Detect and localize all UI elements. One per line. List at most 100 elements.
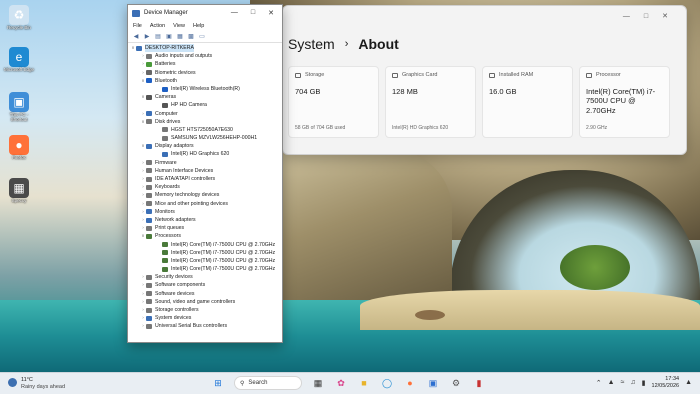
spec-card-label: Graphics Card	[402, 72, 438, 78]
task-view-icon[interactable]: ▦	[311, 376, 325, 390]
tree-device[interactable]: Intel(R) Core(TM) i7-7500U CPU @ 2.70GHz	[128, 265, 282, 273]
tree-category[interactable]: › Firmware	[128, 159, 282, 167]
device-manager-taskbar-icon[interactable]: ▮	[472, 376, 486, 390]
tree-category[interactable]: › Sound, video and game controllers	[128, 298, 282, 306]
device-category-icon	[146, 217, 152, 223]
tree-device[interactable]: Intel(R) Core(TM) i7-7500U CPU @ 2.70GHz	[128, 249, 282, 257]
tree-device[interactable]: HP HD Camera	[128, 101, 282, 109]
spec-card-storage: Storage 704 GB 58 GB of 704 GB used	[288, 66, 379, 138]
tree-category[interactable]: › Universal Serial Bus controllers	[128, 322, 282, 330]
tree-device[interactable]: SAMSUNG MZVLW256HEHP-000H1	[128, 134, 282, 142]
edge-icon[interactable]: ◯	[380, 376, 394, 390]
search-input[interactable]: ⚲ Search	[234, 376, 302, 390]
tree-category[interactable]: › Audio inputs and outputs	[128, 52, 282, 60]
close-icon[interactable]: ✕	[662, 12, 668, 20]
tree-category[interactable]: ∨ Cameras	[128, 93, 282, 101]
firefox-icon[interactable]: ●	[403, 376, 417, 390]
tree-category[interactable]: › Biometric devices	[128, 69, 282, 77]
tree-device[interactable]: HGST HTS725050A7E630	[128, 126, 282, 134]
tree-category[interactable]: › IDE ATA/ATAPI controllers	[128, 175, 282, 183]
chevron-up-icon[interactable]: ⌃	[596, 379, 602, 387]
tree-category[interactable]: › Storage controllers	[128, 306, 282, 314]
device-category-icon	[162, 127, 168, 133]
desktop-icon-microsoft-edge[interactable]: e Microsoft Edge	[2, 47, 36, 73]
tree-category[interactable]: › Security devices	[128, 273, 282, 281]
spec-card-value: 704 GB	[295, 87, 321, 96]
notification-bell-icon[interactable]: ▲	[685, 379, 692, 386]
tree-root[interactable]: ∨ DESKTOP-RITKERA	[128, 44, 282, 53]
battery-icon[interactable]: ▮	[642, 379, 646, 387]
tree-category[interactable]: › Network adapters	[128, 216, 282, 224]
tree-category[interactable]: › Keyboards	[128, 183, 282, 191]
update-driver-icon[interactable]: ▦	[176, 33, 184, 40]
device-category-icon	[146, 70, 152, 76]
tree-category[interactable]: › Mice and other pointing devices	[128, 200, 282, 208]
speccy-tray-icon[interactable]: ▲	[608, 379, 615, 386]
desktop-icon-this-pc-shortcut[interactable]: ▣ This PC - Shortcut	[2, 92, 36, 123]
desktop-icon-recycle-bin[interactable]: ♻ Recycle Bin	[2, 5, 36, 31]
tree-node-label: DESKTOP-RITKERA	[145, 44, 194, 53]
search-placeholder: Search	[248, 380, 268, 386]
tree-device[interactable]: Intel(R) Core(TM) i7-7500U CPU @ 2.70GHz	[128, 241, 282, 249]
wifi-icon[interactable]: ≈	[621, 379, 625, 386]
monitor-icon[interactable]: ▭	[198, 33, 206, 40]
tree-category[interactable]: › Memory technology devices	[128, 191, 282, 199]
device-category-icon	[146, 283, 152, 289]
tree-category[interactable]: › Software components	[128, 281, 282, 289]
menu-view[interactable]: View	[173, 23, 185, 29]
scan-hardware-icon[interactable]: ▩	[187, 33, 195, 40]
back-icon[interactable]: ◀	[132, 33, 140, 40]
spec-card-value: 16.0 GB	[489, 87, 517, 96]
tree-category[interactable]: › Human Interface Devices	[128, 167, 282, 175]
tree-node-label: Display adaptors	[155, 143, 194, 150]
desktop-icon-speccy[interactable]: ▦ Speccy	[2, 178, 36, 204]
tree-category[interactable]: ∨ Display adaptors	[128, 142, 282, 150]
page-title: About	[358, 36, 399, 52]
file-explorer-icon[interactable]: ■	[357, 376, 371, 390]
tree-category[interactable]: › Print queues	[128, 224, 282, 232]
tree-category[interactable]: › Software devices	[128, 290, 282, 298]
tree-category[interactable]: ∨ Bluetooth	[128, 77, 282, 85]
weather-widget[interactable]: 11°C Rainy days ahead	[8, 377, 65, 390]
forward-icon[interactable]: ▶	[143, 33, 151, 40]
desktop-icon-label: Recycle Bin	[7, 25, 31, 30]
maximize-icon[interactable]: □	[251, 9, 255, 17]
device-category-icon	[146, 119, 152, 125]
tree-device[interactable]: Intel(R) Wireless Bluetooth(R)	[128, 85, 282, 93]
start-icon[interactable]: ⊞	[211, 376, 225, 390]
breadcrumb-system[interactable]: System	[288, 36, 335, 52]
menu-file[interactable]: File	[133, 23, 142, 29]
volume-icon[interactable]: ♫	[630, 379, 635, 386]
device-category-icon	[146, 78, 152, 84]
menu-action[interactable]: Action	[150, 23, 165, 29]
menu-help[interactable]: Help	[193, 23, 204, 29]
copilot-icon[interactable]: ✿	[334, 376, 348, 390]
properties-icon[interactable]: ▤	[154, 33, 162, 40]
tree-category[interactable]: ∨ Processors	[128, 232, 282, 240]
device-category-icon	[146, 184, 152, 190]
device-category-icon	[136, 45, 142, 51]
tree-device[interactable]: Intel(R) HD Graphics 620	[128, 150, 282, 158]
minimize-icon[interactable]: —	[623, 13, 630, 20]
tree-category[interactable]: › Batteries	[128, 60, 282, 68]
maximize-icon[interactable]: □	[644, 13, 648, 20]
spec-card-detail: 58 GB of 704 GB used	[295, 125, 346, 131]
minimize-icon[interactable]: —	[231, 9, 238, 17]
settings-icon[interactable]: ⚙	[449, 376, 463, 390]
clock-time: 17:34	[665, 376, 680, 382]
spec-card-value: Intel(R) Core(TM) i7-7500U CPU @ 2.70GHz	[586, 87, 656, 115]
tree-category[interactable]: › System devices	[128, 314, 282, 322]
tree-category[interactable]: › Computer	[128, 110, 282, 118]
hardware-icon	[295, 72, 301, 78]
help-icon[interactable]: ▣	[165, 33, 173, 40]
store-icon[interactable]: ▣	[426, 376, 440, 390]
desktop-icon-firefox[interactable]: ● Firefox	[2, 135, 36, 161]
tree-node-label: Intel(R) Wireless Bluetooth(R)	[171, 85, 240, 92]
close-icon[interactable]: ✕	[268, 9, 274, 17]
clock[interactable]: 17:34 12/05/2026	[652, 376, 680, 390]
tree-category[interactable]: ∨ Disk drives	[128, 118, 282, 126]
tree-category[interactable]: › Monitors	[128, 208, 282, 216]
spec-card-value: 128 MB	[392, 87, 418, 96]
tree-device[interactable]: Intel(R) Core(TM) i7-7500U CPU @ 2.70GHz	[128, 257, 282, 265]
device-category-icon	[146, 94, 152, 100]
